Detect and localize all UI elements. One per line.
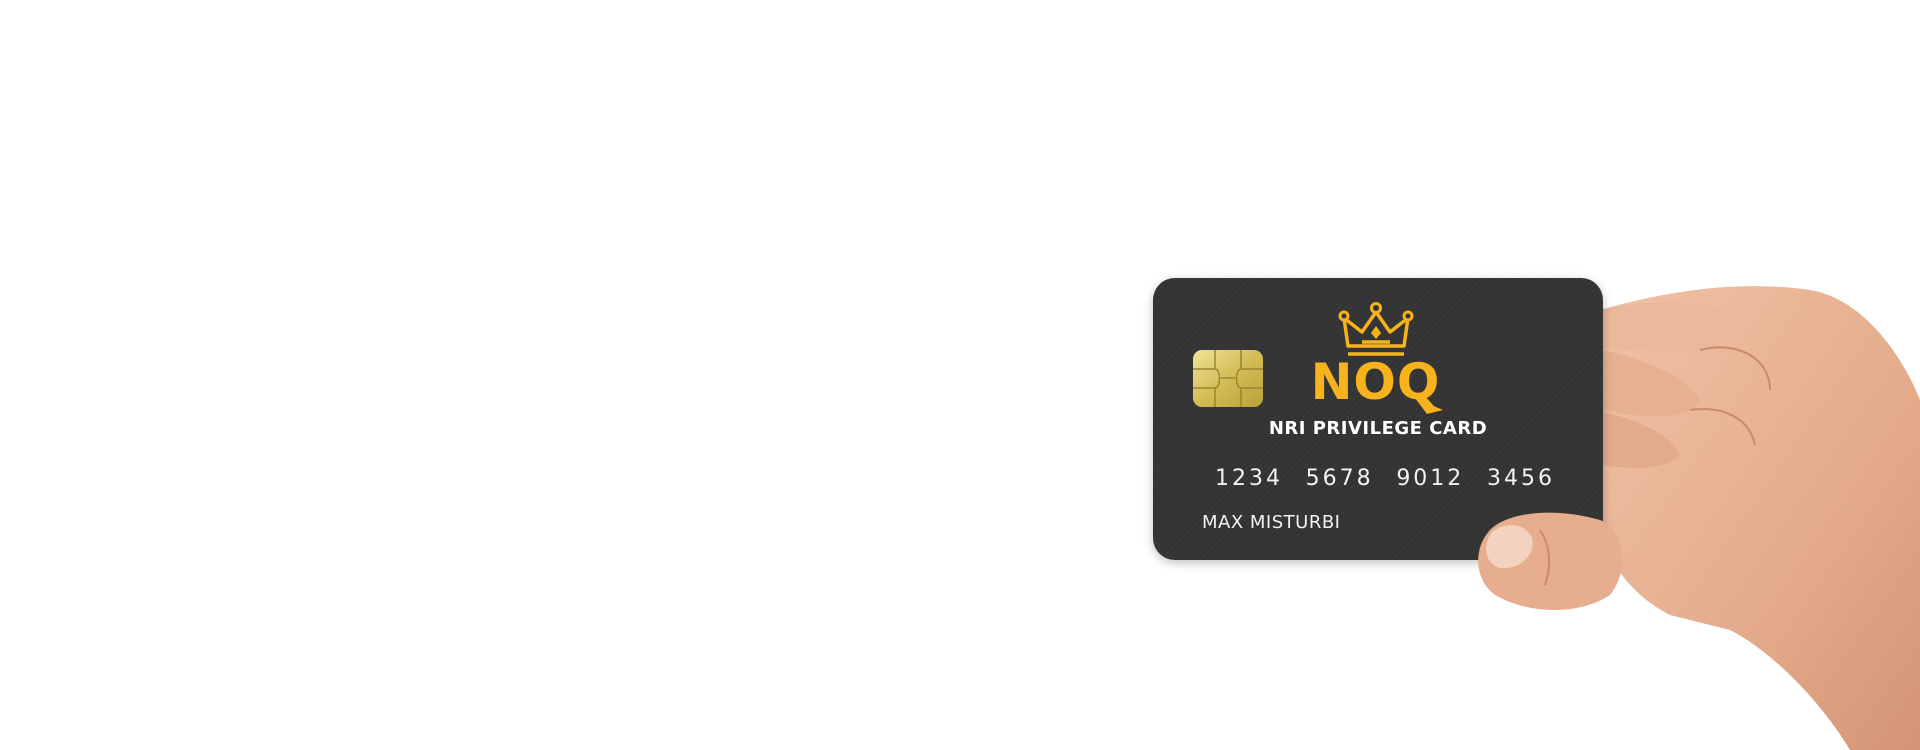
card-number-group: 3456 — [1486, 466, 1555, 491]
card-number-group: 5678 — [1305, 466, 1374, 491]
card-number-group: 9012 — [1396, 466, 1465, 491]
thumb-image — [1478, 512, 1623, 610]
brand-logo: NOQ — [1310, 353, 1441, 411]
crown-icon — [1338, 302, 1414, 356]
card-subtitle: NRI PRIVILEGE CARD — [1268, 418, 1488, 439]
card-number: 1234 5678 9012 3456 — [1215, 466, 1555, 491]
logo-tail-mark — [1415, 398, 1443, 414]
card-number-group: 1234 — [1215, 466, 1283, 491]
hero-banner: NOQ NRI PRIVILEGE CARD 1234 5678 9012 34… — [0, 0, 1920, 750]
card-chip-icon — [1193, 350, 1263, 407]
card-holder-name: MAX MISTURBI — [1202, 512, 1341, 533]
